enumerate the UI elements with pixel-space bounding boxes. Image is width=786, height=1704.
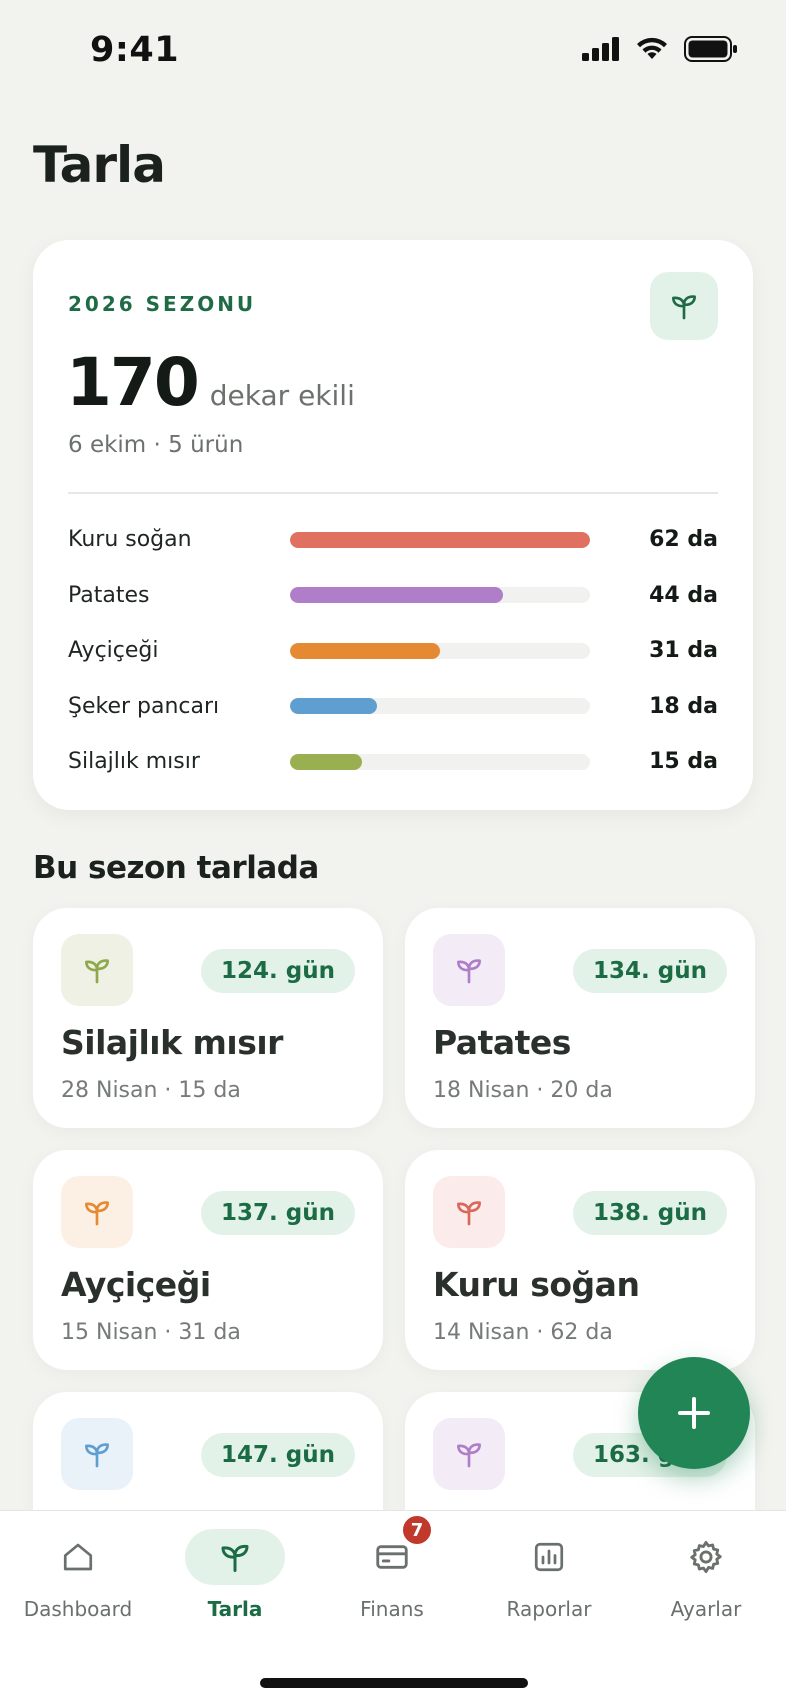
crop-icon-box bbox=[61, 1176, 133, 1248]
tab-raporlar[interactable]: Raporlar bbox=[484, 1529, 614, 1639]
crop-area-value: 18 da bbox=[649, 693, 718, 719]
crop-area-bar bbox=[290, 531, 590, 548]
crop-area-bar bbox=[290, 642, 590, 659]
crop-area-value: 44 da bbox=[649, 582, 718, 608]
field-crop-name: Ayçiçeği bbox=[61, 1265, 211, 1304]
home-indicator bbox=[260, 1678, 528, 1688]
crop-area-name: Kuru soğan bbox=[68, 527, 192, 553]
day-count-badge: 147. gün bbox=[201, 1433, 355, 1477]
crop-area-bar-fill bbox=[290, 753, 362, 770]
day-count-badge: 137. gün bbox=[201, 1191, 355, 1235]
field-card[interactable]: 124. gün Silajlık mısır 28 Nisan · 15 da bbox=[33, 908, 383, 1128]
crop-area-row: Kuru soğan 62 da bbox=[68, 512, 718, 568]
crop-area-value: 62 da bbox=[649, 527, 718, 553]
season-summary-card: 2026 SEZONU 170 dekar ekili 6 ekim · 5 ü… bbox=[33, 240, 753, 810]
season-total-unit: dekar ekili bbox=[209, 379, 355, 412]
field-crop-meta: 18 Nisan · 20 da bbox=[433, 1078, 613, 1103]
crop-icon-box bbox=[433, 1176, 505, 1248]
crop-area-value: 31 da bbox=[649, 638, 718, 664]
crop-area-name: Ayçiçeği bbox=[68, 638, 159, 664]
crop-area-name: Silajlık mısır bbox=[68, 749, 200, 775]
tab-tarla[interactable]: Tarla bbox=[170, 1529, 300, 1639]
tab-dashboard[interactable]: Dashboard bbox=[13, 1529, 143, 1639]
divider bbox=[68, 492, 718, 494]
field-crop-name: Patates bbox=[433, 1023, 571, 1062]
tab-icon-container bbox=[656, 1529, 756, 1585]
wifi-icon bbox=[637, 37, 667, 59]
field-crop-meta: 28 Nisan · 15 da bbox=[61, 1078, 241, 1103]
season-total-value: 170 bbox=[66, 344, 200, 421]
field-crop-meta: 14 Nisan · 62 da bbox=[433, 1320, 613, 1345]
tab-icon-container bbox=[28, 1529, 128, 1585]
crop-area-list: Kuru soğan 62 da Patates 44 da Ayçiçeği 31 da… bbox=[68, 512, 718, 790]
crop-icon-box bbox=[61, 1418, 133, 1490]
season-label: 2026 SEZONU bbox=[68, 292, 257, 316]
status-icons bbox=[582, 36, 738, 62]
sprout-icon bbox=[85, 959, 109, 984]
cellular-signal-icon bbox=[582, 37, 619, 61]
field-card[interactable]: 137. gün Ayçiçeği 15 Nisan · 31 da bbox=[33, 1150, 383, 1370]
add-field-button[interactable] bbox=[638, 1357, 750, 1469]
bottom-tab-bar: Dashboard Tarla 7 Finans Raporlar Ayarlar bbox=[0, 1510, 786, 1704]
season-subtitle: 6 ekim · 5 ürün bbox=[68, 432, 244, 458]
field-crop-name: Silajlık mısır bbox=[61, 1023, 283, 1062]
crop-area-bar bbox=[290, 698, 590, 715]
status-bar: 9:41 bbox=[0, 0, 786, 110]
plus-icon bbox=[678, 1397, 710, 1429]
chart-icon bbox=[531, 1539, 567, 1575]
tab-label: Tarla bbox=[207, 1597, 263, 1621]
tab-label: Finans bbox=[360, 1597, 424, 1621]
crop-area-row: Şeker pancarı 18 da bbox=[68, 679, 718, 735]
sprout-icon bbox=[457, 959, 481, 984]
tab-icon-container bbox=[185, 1529, 285, 1585]
crop-area-row: Silajlık mısır 15 da bbox=[68, 734, 718, 790]
crop-area-row: Patates 44 da bbox=[68, 568, 718, 624]
crop-area-name: Patates bbox=[68, 582, 150, 608]
sprout-icon bbox=[672, 295, 696, 320]
tab-finans[interactable]: 7 Finans bbox=[327, 1513, 457, 1639]
tab-label: Raporlar bbox=[506, 1597, 592, 1621]
crop-area-bar-fill bbox=[290, 531, 590, 548]
crop-area-bar-fill bbox=[290, 698, 377, 715]
crop-icon-box bbox=[433, 1418, 505, 1490]
page-title: Tarla bbox=[33, 136, 166, 194]
field-card[interactable]: 138. gün Kuru soğan 14 Nisan · 62 da bbox=[405, 1150, 755, 1370]
crop-area-name: Şeker pancarı bbox=[68, 693, 220, 719]
tab-ayarlar[interactable]: Ayarlar bbox=[641, 1529, 771, 1639]
day-count-badge: 138. gün bbox=[573, 1191, 727, 1235]
battery-icon bbox=[684, 36, 737, 62]
field-card[interactable]: 134. gün Patates 18 Nisan · 20 da bbox=[405, 908, 755, 1128]
crop-area-value: 15 da bbox=[649, 749, 718, 775]
crop-area-bar bbox=[290, 587, 590, 604]
crop-area-row: Ayçiçeği 31 da bbox=[68, 623, 718, 679]
card-icon bbox=[373, 1538, 411, 1576]
field-crop-name: Kuru soğan bbox=[433, 1265, 640, 1304]
tab-icon-container bbox=[499, 1529, 599, 1585]
crop-area-bar-fill bbox=[290, 587, 503, 604]
crop-icon-box bbox=[433, 934, 505, 1006]
tab-icon-container: 7 bbox=[342, 1513, 442, 1585]
season-total: 170 dekar ekili bbox=[66, 344, 355, 421]
sprout-icon bbox=[457, 1201, 481, 1226]
crop-icon-box bbox=[61, 934, 133, 1006]
tab-label: Dashboard bbox=[23, 1597, 133, 1621]
notification-badge: 7 bbox=[400, 1513, 434, 1547]
day-count-badge: 134. gün bbox=[573, 949, 727, 993]
tab-label: Ayarlar bbox=[670, 1597, 742, 1621]
home-icon bbox=[60, 1539, 96, 1575]
status-time: 9:41 bbox=[90, 30, 180, 70]
day-count-badge: 124. gün bbox=[201, 949, 355, 993]
sprout-icon bbox=[85, 1201, 109, 1226]
gear-icon bbox=[687, 1538, 725, 1576]
crop-area-bar-fill bbox=[290, 642, 440, 659]
section-title: Bu sezon tarlada bbox=[33, 850, 319, 886]
sprout-icon bbox=[85, 1443, 109, 1468]
crop-area-bar bbox=[290, 753, 590, 770]
season-icon bbox=[650, 272, 718, 340]
sprout-icon bbox=[457, 1443, 481, 1468]
field-crop-meta: 15 Nisan · 31 da bbox=[61, 1320, 241, 1345]
sprout-icon bbox=[217, 1539, 253, 1575]
